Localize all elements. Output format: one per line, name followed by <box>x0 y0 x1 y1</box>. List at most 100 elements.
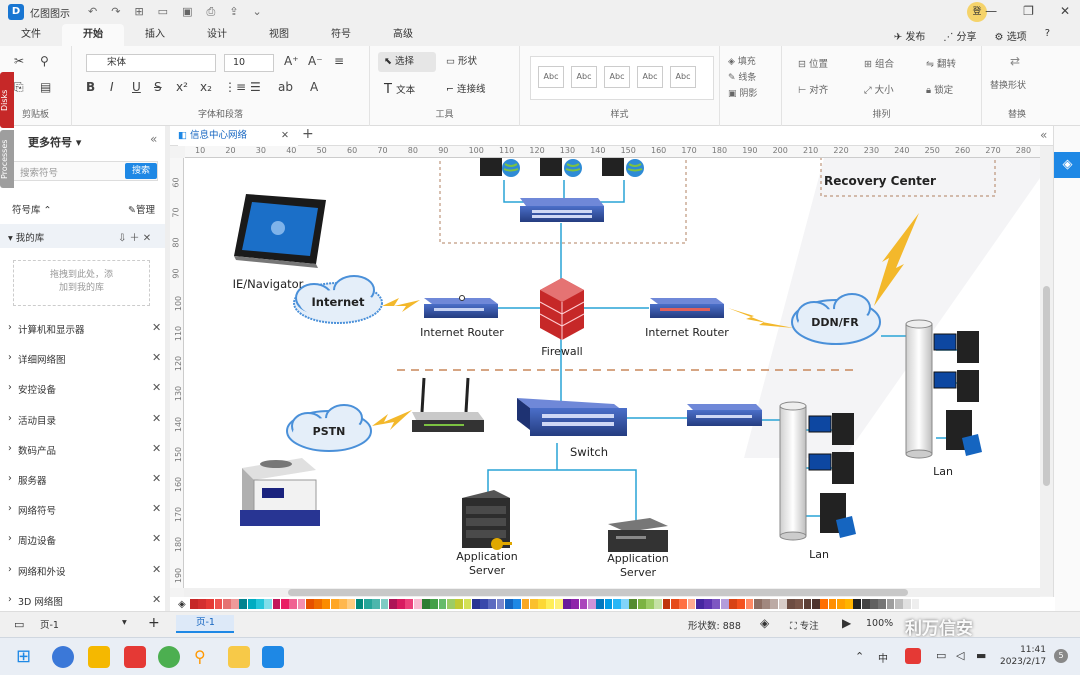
color-swatch[interactable] <box>455 599 463 609</box>
subscript-icon[interactable]: x₂ <box>200 80 212 94</box>
play-icon[interactable]: ▶ <box>842 616 851 630</box>
import-icon[interactable]: ⇩ ＋ ✕ <box>118 229 151 244</box>
tab-view[interactable]: 视图 <box>248 24 310 46</box>
publish-button[interactable]: ✈ 发布 <box>894 28 926 43</box>
color-swatch[interactable] <box>803 599 812 609</box>
drop-zone[interactable]: 拖拽到此处，添 加到我的库 <box>13 260 150 306</box>
color-swatch[interactable] <box>231 599 239 609</box>
category-item[interactable]: 活动目录 <box>18 413 56 427</box>
internet-router-1[interactable] <box>424 295 498 319</box>
lan-bus-1[interactable] <box>779 401 807 541</box>
paste-options-icon[interactable]: ▤ <box>40 80 51 94</box>
chrome-icon[interactable] <box>158 646 180 668</box>
folder-icon[interactable] <box>228 646 250 668</box>
search-button[interactable]: 搜索 <box>125 163 157 179</box>
undo-icon[interactable]: ↶ <box>88 5 97 19</box>
close-category-icon[interactable]: ✕ <box>152 351 161 364</box>
lan-bus-2[interactable] <box>905 319 933 459</box>
close-button[interactable]: ✕ <box>1060 4 1070 18</box>
notification-badge[interactable]: 5 <box>1054 649 1068 663</box>
open-icon[interactable]: ▭ <box>158 5 168 19</box>
color-swatch[interactable] <box>339 599 347 609</box>
color-swatch[interactable] <box>729 599 737 609</box>
library-label[interactable]: 符号库 ⌃ <box>12 202 52 216</box>
color-swatch[interactable] <box>861 599 870 609</box>
expand-panel-icon[interactable]: « <box>1040 128 1047 142</box>
color-swatch[interactable] <box>753 599 762 609</box>
color-swatch[interactable] <box>222 599 231 609</box>
color-swatch[interactable] <box>687 599 696 609</box>
page-view-icon[interactable]: ▭ <box>14 618 24 631</box>
color-swatch[interactable] <box>297 599 306 609</box>
color-swatch[interactable] <box>380 599 389 609</box>
color-swatch[interactable] <box>836 599 845 609</box>
layers-icon[interactable]: ◈ <box>760 616 769 630</box>
position-button[interactable]: ⊟ 位置 <box>798 56 828 70</box>
select-tool[interactable]: ⬉ 选择 <box>378 52 436 72</box>
close-category-icon[interactable]: ✕ <box>152 442 161 455</box>
expand-arrow-icon[interactable]: › <box>8 473 12 484</box>
color-swatch[interactable] <box>198 599 206 609</box>
close-category-icon[interactable]: ✕ <box>152 472 161 485</box>
vertical-scroll-thumb[interactable] <box>1043 286 1050 486</box>
style-box[interactable]: Abc <box>637 66 663 88</box>
style-box[interactable]: Abc <box>538 66 564 88</box>
network-diagram[interactable]: Recovery Center IE/Navigator Internet In… <box>184 158 1040 588</box>
color-swatch[interactable] <box>496 599 505 609</box>
style-box[interactable]: Abc <box>670 66 696 88</box>
document-tab[interactable]: ◧ 信息中心网络 ✕ <box>178 128 298 146</box>
color-swatch[interactable] <box>513 599 522 609</box>
increase-font-icon[interactable]: A⁺ <box>284 54 299 68</box>
share-button[interactable]: ⋰ 分享 <box>943 28 976 43</box>
minimize-button[interactable]: — <box>985 4 997 18</box>
color-swatch[interactable] <box>488 599 497 609</box>
color-swatch[interactable] <box>363 599 372 609</box>
volume-icon[interactable]: ◁ <box>956 649 964 662</box>
close-tab-icon[interactable]: ✕ <box>281 128 289 144</box>
color-swatch[interactable] <box>820 599 829 609</box>
connector-tool[interactable]: ⌐ 连接线 <box>446 80 486 100</box>
expand-arrow-icon[interactable]: › <box>8 352 12 363</box>
color-swatch[interactable] <box>355 599 364 609</box>
color-swatch[interactable] <box>546 599 555 609</box>
color-swatch[interactable] <box>422 599 430 609</box>
tray-chevron-icon[interactable]: ⌃ <box>855 650 864 663</box>
strikethrough-icon[interactable]: S <box>154 80 162 94</box>
color-swatch[interactable] <box>654 599 663 609</box>
ime-indicator[interactable]: 中 <box>878 650 888 665</box>
search-tool-icon[interactable]: ⚲ <box>194 646 216 668</box>
color-swatch[interactable] <box>538 599 546 609</box>
color-swatch[interactable] <box>554 599 563 609</box>
shadow-button[interactable]: ▣ 阴影 <box>728 86 757 99</box>
color-swatch[interactable] <box>289 599 298 609</box>
category-item[interactable]: 网络符号 <box>18 503 56 517</box>
decrease-font-icon[interactable]: A⁻ <box>308 54 323 68</box>
sublime-icon[interactable] <box>88 646 110 668</box>
color-swatch[interactable] <box>372 599 381 609</box>
expand-arrow-icon[interactable]: › <box>8 503 12 514</box>
tab-design[interactable]: 设计 <box>186 24 248 46</box>
new-icon[interactable]: ⊞ <box>134 5 143 19</box>
color-swatch[interactable] <box>413 599 422 609</box>
application-server-2[interactable] <box>608 518 668 552</box>
color-swatch[interactable] <box>305 599 314 609</box>
category-item[interactable]: 周边设备 <box>18 533 56 547</box>
close-category-icon[interactable]: ✕ <box>152 412 161 425</box>
color-swatch[interactable] <box>670 599 679 609</box>
diagram-canvas[interactable]: Recovery Center IE/Navigator Internet In… <box>184 158 1040 588</box>
color-swatch[interactable] <box>737 599 746 609</box>
sogou-icon[interactable] <box>905 648 921 664</box>
color-swatch[interactable] <box>787 599 795 609</box>
new-tab-icon[interactable]: + <box>302 126 314 142</box>
color-swatch[interactable] <box>621 599 629 609</box>
category-item[interactable]: 计算机和显示器 <box>18 322 85 336</box>
color-swatch[interactable] <box>239 599 248 609</box>
color-swatch[interactable] <box>388 599 397 609</box>
firewall-icon[interactable] <box>539 278 585 340</box>
color-swatch[interactable] <box>811 599 820 609</box>
color-swatch[interactable] <box>662 599 671 609</box>
color-swatch[interactable] <box>637 599 646 609</box>
italic-icon[interactable]: I <box>110 80 114 94</box>
color-swatch[interactable] <box>629 599 638 609</box>
panel-title[interactable]: 更多符号 ▾ <box>28 134 81 150</box>
